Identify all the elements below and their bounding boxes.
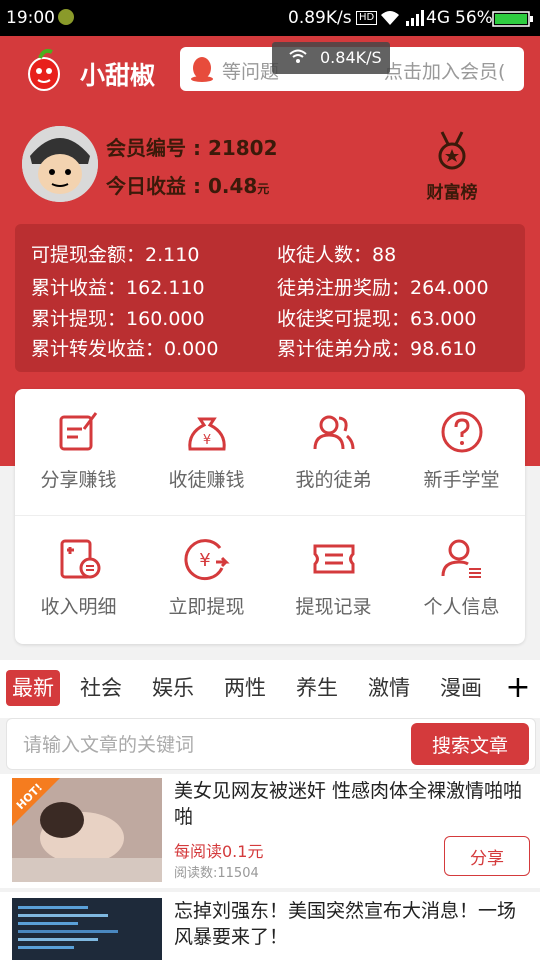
menu-income-details[interactable]: 收入明细 xyxy=(15,516,142,642)
article-thumbnail xyxy=(12,898,162,960)
stat-apprentice-reward-withdrawable: 收徒奖可提现：63.000 xyxy=(277,308,477,330)
withdraw-yen-icon: ¥ xyxy=(184,539,230,581)
users-icon xyxy=(313,415,354,450)
member-number: 会员编号 : 21802 xyxy=(106,136,278,160)
article-item[interactable]: 忘掉刘强东！美国突然宣布大消息！一场风暴要来了！ xyxy=(0,892,540,960)
status-time: 19:00 xyxy=(6,8,55,28)
feature-menu: 分享赚钱 ¥ 收徒赚钱 我的徒弟 新手学堂 收入明细 ¥ 立即提现 提现记录 个… xyxy=(15,389,525,644)
menu-withdraw-records[interactable]: 提现记录 xyxy=(270,516,397,642)
help-icon xyxy=(441,411,482,453)
search-article-button[interactable]: 搜索文章 xyxy=(411,723,529,765)
share-edit-icon xyxy=(59,412,97,451)
status-bar: 19:00 0.89K/s HD 4G 56% xyxy=(0,0,540,36)
menu-label: 立即提现 xyxy=(168,596,245,618)
menu-my-apprentices[interactable]: 我的徒弟 xyxy=(270,389,397,515)
stat-apprentice-share: 累计徒弟分成：98.610 xyxy=(277,338,477,360)
menu-label: 提现记录 xyxy=(295,596,372,618)
add-tab-icon[interactable]: + xyxy=(496,668,540,708)
avatar[interactable] xyxy=(22,126,98,202)
menu-newbie-school[interactable]: 新手学堂 xyxy=(398,389,525,515)
today-earnings-label: 今日收益 xyxy=(106,174,186,198)
menu-label: 个人信息 xyxy=(423,596,500,618)
net-speed-overlay: 0.84K/S xyxy=(272,42,390,74)
signal-icon xyxy=(406,10,424,31)
ticket-icon xyxy=(313,544,354,574)
tab-comics[interactable]: 漫画 xyxy=(434,670,488,706)
pepper-logo-icon xyxy=(22,46,68,92)
money-bag-icon: ¥ xyxy=(187,417,226,451)
qq-icon xyxy=(188,55,216,83)
tab-latest[interactable]: 最新 xyxy=(6,670,60,706)
today-earnings-unit: 元 xyxy=(257,182,270,196)
article-item[interactable]: HOT! 美女见网友被迷奸 性感肉体全裸激情啪啪啪 每阅读0.1元 阅读数:11… xyxy=(0,774,540,888)
stat-forward-income: 累计转发收益：0.000 xyxy=(31,338,219,360)
svg-text:¥: ¥ xyxy=(202,433,210,448)
wifi-icon xyxy=(288,48,308,68)
member-number-label: 会员编号 xyxy=(106,136,186,160)
top-search-text: 等问题 xyxy=(222,61,280,83)
menu-withdraw-now[interactable]: ¥ 立即提现 xyxy=(143,516,270,642)
wealth-ranking-button[interactable]: 财富榜 xyxy=(420,130,484,203)
menu-recruit-earn[interactable]: ¥ 收徒赚钱 xyxy=(143,389,270,515)
article-title[interactable]: 美女见网友被迷奸 性感肉体全裸激情啪啪啪 xyxy=(174,778,530,830)
article-search-bar: 搜索文章 xyxy=(6,718,536,771)
menu-label: 收徒赚钱 xyxy=(168,469,245,491)
tab-passion[interactable]: 激情 xyxy=(362,670,416,706)
medal-icon xyxy=(432,131,472,176)
menu-share-earn[interactable]: 分享赚钱 xyxy=(15,389,142,515)
wifi-icon xyxy=(380,10,400,31)
stat-total-income: 累计收益：162.110 xyxy=(31,277,205,299)
menu-label: 收入明细 xyxy=(40,596,117,618)
article-reads: 阅读数:11504 xyxy=(174,866,259,881)
stat-withdrawable: 可提现金额：2.110 xyxy=(31,244,200,266)
category-tabs: 最新 社会 娱乐 两性 养生 激情 漫画 美 + xyxy=(0,660,540,718)
tab-society[interactable]: 社会 xyxy=(74,670,128,706)
article-title[interactable]: 忘掉刘强东！美国突然宣布大消息！一场风暴要来了！ xyxy=(174,898,530,950)
calculator-icon xyxy=(60,539,100,579)
tab-health[interactable]: 养生 xyxy=(290,670,344,706)
app-name: 小甜椒 xyxy=(80,61,156,90)
hd-icon: HD xyxy=(356,11,378,25)
join-member-text[interactable]: 点击加入会员( xyxy=(384,57,522,84)
profile-icon xyxy=(441,539,481,578)
tab-entertainment[interactable]: 娱乐 xyxy=(146,670,200,706)
article-search-input[interactable] xyxy=(21,719,405,771)
wealth-ranking-label: 财富榜 xyxy=(426,183,478,203)
article-reward: 每阅读0.1元 xyxy=(174,842,264,861)
menu-label: 分享赚钱 xyxy=(40,469,117,491)
hot-badge: HOT! xyxy=(12,778,60,826)
battery-icon xyxy=(492,11,534,32)
share-button[interactable]: 分享 xyxy=(444,836,530,876)
stat-register-reward: 徒弟注册奖励：264.000 xyxy=(277,277,489,299)
today-earnings: 今日收益 : 0.48元 xyxy=(106,174,270,198)
menu-personal-info[interactable]: 个人信息 xyxy=(398,516,525,642)
notification-icon xyxy=(58,9,74,25)
svg-text:¥: ¥ xyxy=(199,550,210,571)
menu-label: 我的徒弟 xyxy=(295,469,372,491)
menu-label: 新手学堂 xyxy=(423,469,500,491)
network-type: 4G xyxy=(426,8,450,28)
stats-panel: 可提现金额：2.110 收徒人数：88 累计收益：162.110 徒弟注册奖励：… xyxy=(15,224,525,372)
network-speed: 0.89K/s xyxy=(288,8,352,28)
member-number-value: 21802 xyxy=(207,136,278,160)
stat-apprentice-count: 收徒人数：88 xyxy=(277,244,397,266)
net-speed-value: 0.84K/S xyxy=(320,48,382,67)
today-earnings-value: 0.48 xyxy=(207,174,258,198)
battery-percent: 56% xyxy=(455,8,493,28)
stat-total-withdrawn: 累计提现：160.000 xyxy=(31,308,205,330)
tab-gender[interactable]: 两性 xyxy=(218,670,272,706)
